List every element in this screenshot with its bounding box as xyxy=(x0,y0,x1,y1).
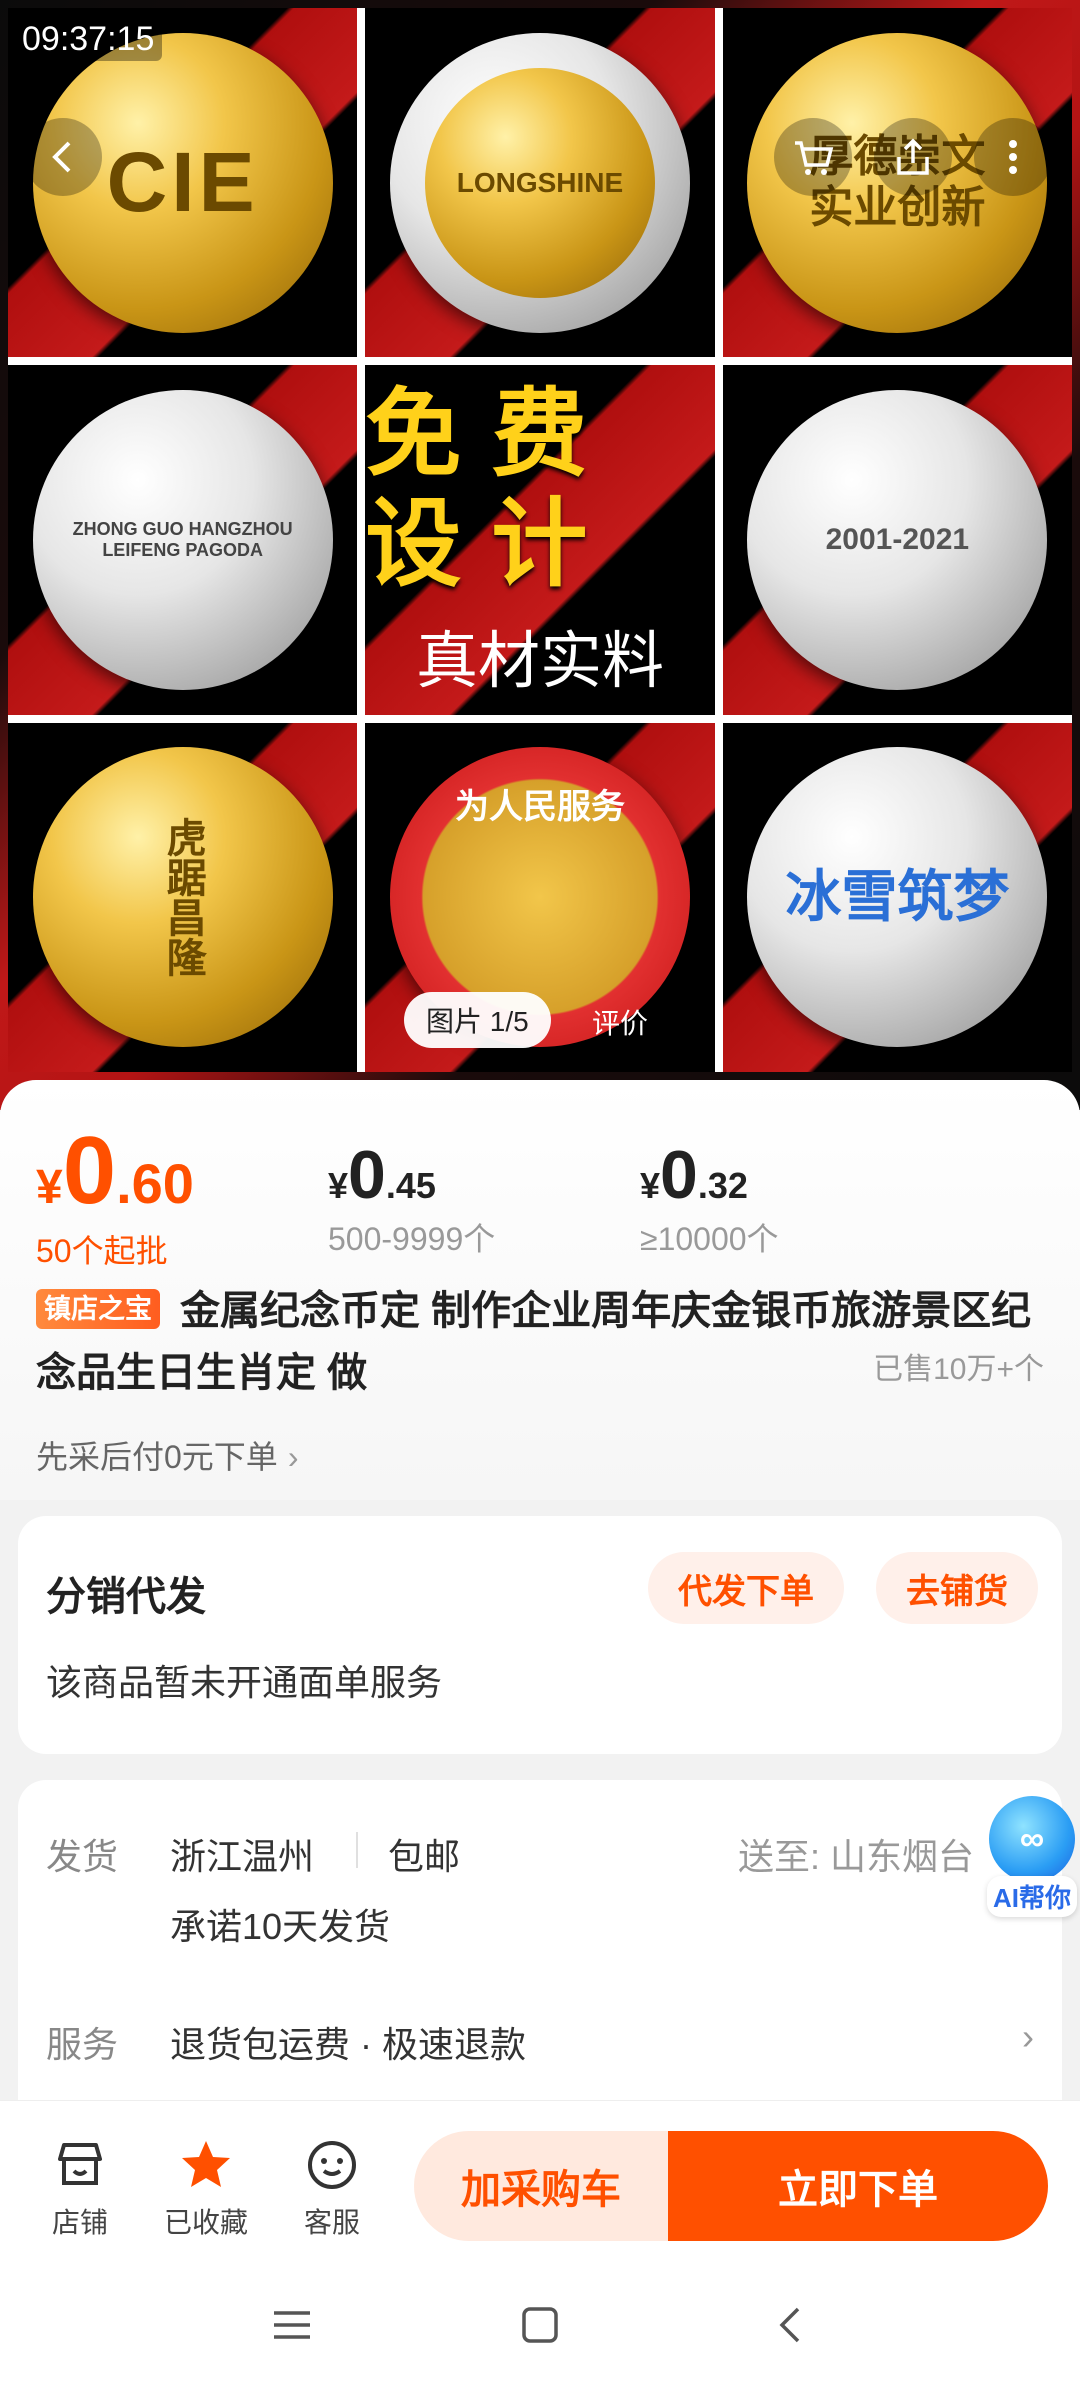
service-value: 退货包运费 · 极速退款 xyxy=(170,2024,526,2065)
chevron-right-icon[interactable]: › xyxy=(1022,2016,1034,2058)
coin-text: 冰雪筑梦 xyxy=(785,865,1010,929)
promo-subline: 真材实料 xyxy=(415,624,664,698)
add-to-cart-button[interactable]: 加采购车 xyxy=(414,2131,668,2241)
coin-text: 虎踞昌隆 xyxy=(160,817,205,978)
ai-helper-button[interactable]: ∞ AI帮你 xyxy=(984,1796,1080,1926)
coin-text: 2001-2021 xyxy=(825,522,970,556)
store-treasure-badge: 镇店之宝 xyxy=(36,1289,160,1329)
coin-text: CIE xyxy=(106,135,259,230)
image-index-badge[interactable]: 图片 1/5 xyxy=(404,992,551,1048)
coin-cell: LONGSHINE xyxy=(365,8,715,358)
price-tier: ¥0.32 ≥10000个 xyxy=(640,1136,779,1260)
back-nav-icon[interactable] xyxy=(770,2300,814,2360)
coin-cell: ZHONG GUO HANGZHOU LEIFENG PAGODA xyxy=(8,365,358,715)
shop-icon xyxy=(20,2137,140,2201)
price-tier: ¥0.45 500-9999个 xyxy=(328,1136,495,1260)
promo-cell: 免费设计 真材实料 xyxy=(365,365,715,715)
ship-label: 发货 xyxy=(46,1836,119,1877)
price-card: ¥0.60 50个起批 ¥0.45 500-9999个 ¥0.32 ≥10000… xyxy=(0,1080,1080,1500)
distribution-title: 分销代发 xyxy=(46,1575,206,1619)
promo-headline: 免费设计 xyxy=(365,380,618,598)
ai-bubble-icon: ∞ xyxy=(989,1796,1075,1882)
star-icon xyxy=(146,2137,266,2201)
cart-icon xyxy=(795,141,834,175)
more-button[interactable] xyxy=(974,118,1052,196)
review-tab[interactable]: 评价 xyxy=(592,1002,648,1042)
price-value: ¥0.60 xyxy=(36,1117,194,1224)
deliver-to[interactable]: 送至: 山东烟台 xyxy=(738,1828,974,1880)
shop-label: 店铺 xyxy=(51,2207,108,2238)
coin-cell: 虎踞昌隆 xyxy=(8,722,358,1072)
free-shipping: 包邮 xyxy=(388,1836,461,1877)
back-button[interactable] xyxy=(24,118,102,196)
chevron-right-icon: › xyxy=(287,1439,299,1475)
price-quantity: ≥10000个 xyxy=(640,1221,779,1257)
price-quantity: 500-9999个 xyxy=(328,1221,496,1257)
gold-inlay: LONGSHINE xyxy=(424,67,655,298)
share-icon xyxy=(897,138,929,175)
system-navigation-bar xyxy=(0,2260,1080,2400)
ship-promise: 承诺10天发货 xyxy=(170,1906,391,1947)
coin-text: ZHONG GUO HANGZHOU LEIFENG PAGODA xyxy=(72,519,293,560)
sold-count: 已售10万+个 xyxy=(873,1353,1044,1386)
price-tier: ¥0.60 50个起批 xyxy=(36,1116,194,1272)
menu-nav-icon[interactable] xyxy=(270,2300,314,2360)
pay-later-text: 先采后付0元下单 xyxy=(36,1439,278,1475)
silver-coin-image: ZHONG GUO HANGZHOU LEIFENG PAGODA xyxy=(32,389,333,690)
price-value: ¥0.32 xyxy=(640,1137,748,1213)
distribution-card: 分销代发 代发下单 去铺货 该商品暂未开通面单服务 xyxy=(18,1516,1062,1754)
more-dots-icon xyxy=(1009,140,1017,174)
cart-button[interactable] xyxy=(774,118,852,196)
service-face-icon xyxy=(272,2137,392,2201)
gold-coin-image: 虎踞昌隆 xyxy=(32,747,333,1048)
list-product-button[interactable]: 去铺货 xyxy=(876,1552,1038,1624)
coin-text: 为人民服务 xyxy=(454,787,625,826)
coin-cell: 冰雪筑梦 xyxy=(722,722,1072,1072)
distribution-note: 该商品暂未开通面单服务 xyxy=(46,1662,443,1703)
buy-now-button[interactable]: 立即下单 xyxy=(668,2131,1048,2241)
bottom-action-bar: 店铺 已收藏 客服 加采购车 立即下单 xyxy=(0,2100,1080,2261)
dropship-order-button[interactable]: 代发下单 xyxy=(648,1552,844,1624)
silver-coin-image: LONGSHINE xyxy=(389,32,690,333)
chevron-left-icon xyxy=(52,141,71,173)
share-button[interactable] xyxy=(874,118,952,196)
coin-text: LONGSHINE xyxy=(456,166,624,198)
service-label: 服务 xyxy=(46,2024,119,2065)
home-nav-icon[interactable] xyxy=(518,2300,562,2360)
price-quantity: 50个起批 xyxy=(36,1233,168,1269)
coin-cell: 2001-2021 xyxy=(722,365,1072,715)
shop-button[interactable]: 店铺 xyxy=(20,2137,140,2241)
customer-service-button[interactable]: 客服 xyxy=(272,2137,392,2241)
shipping-card[interactable]: 发货 浙江温州 包邮 送至: 山东烟台 承诺10天发货 服务 退货包运费 · 极… xyxy=(18,1780,1062,2100)
favorited-label: 已收藏 xyxy=(163,2207,248,2238)
ship-origin: 浙江温州 xyxy=(170,1836,315,1877)
status-time: 09:37:15 xyxy=(14,18,163,61)
product-image-carousel[interactable]: CIE LONGSHINE 厚德崇文 实业创新 ZHONG GUO HANGZH… xyxy=(0,0,1080,1110)
favorite-button[interactable]: 已收藏 xyxy=(146,2137,266,2241)
pay-later-link[interactable]: 先采后付0元下单 › xyxy=(36,1432,298,1478)
silver-coin-image: 2001-2021 xyxy=(747,389,1048,690)
divider xyxy=(356,1832,358,1868)
ai-helper-label: AI帮你 xyxy=(986,1876,1077,1917)
price-value: ¥0.45 xyxy=(328,1137,436,1213)
service-label: 客服 xyxy=(303,2207,360,2238)
silver-coin-image: 冰雪筑梦 xyxy=(747,747,1048,1048)
